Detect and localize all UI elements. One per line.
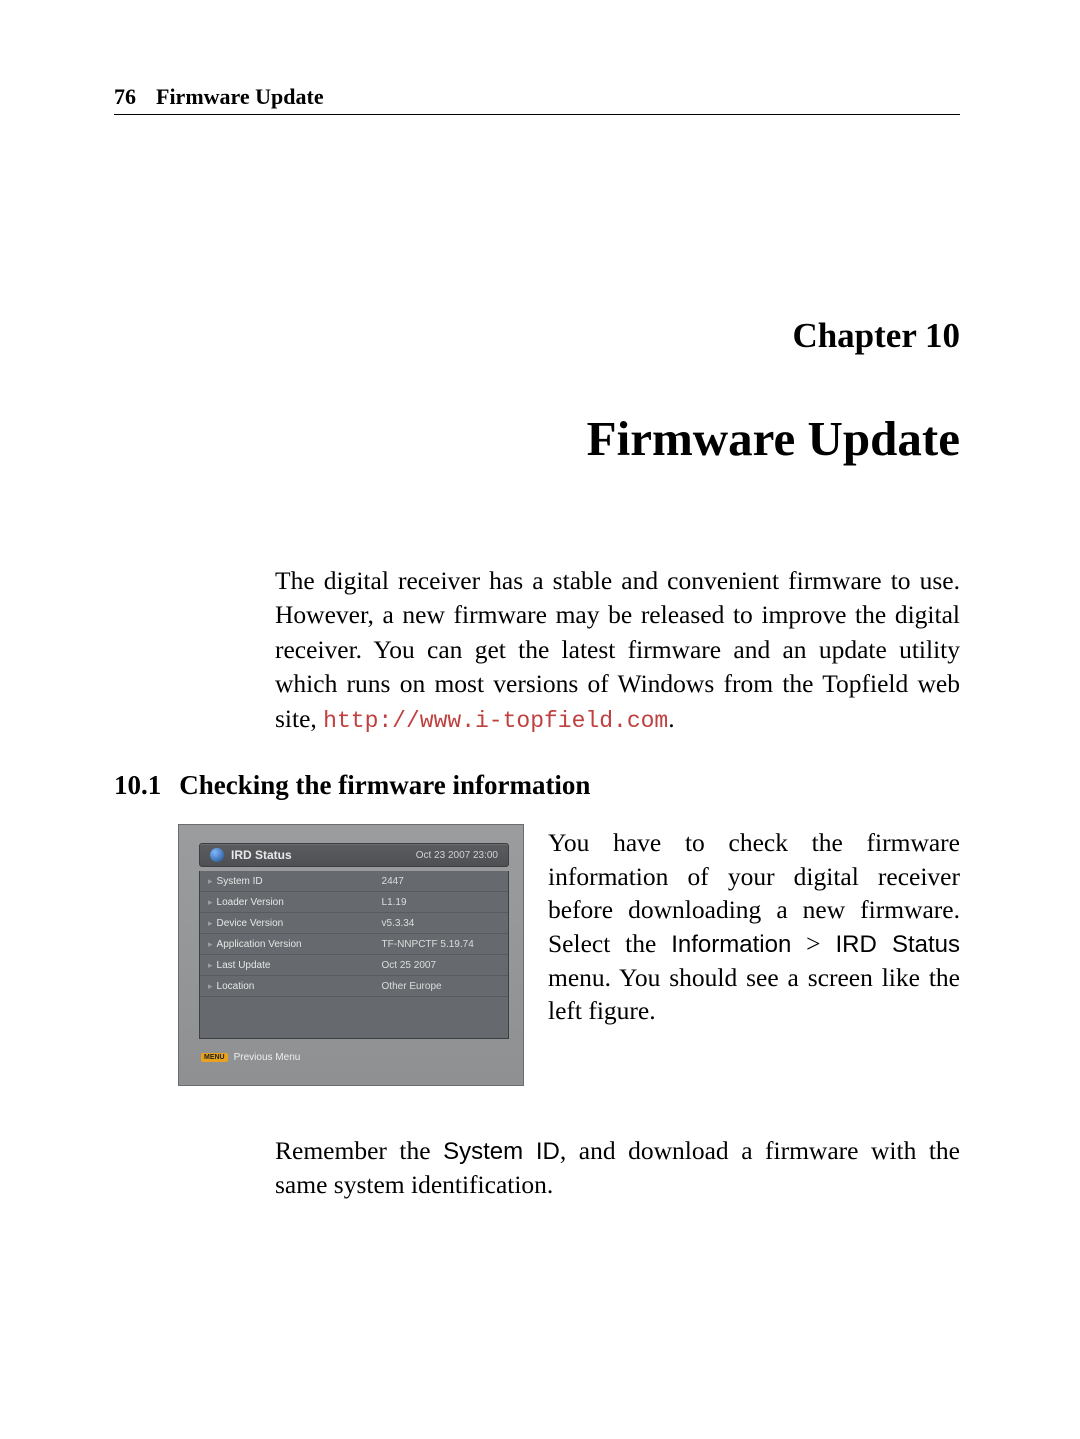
ird-key: Device Version — [217, 918, 382, 929]
ird-key: System ID — [217, 876, 382, 887]
menu-path-information: Information — [671, 931, 791, 958]
ird-row: ▸ System ID 2447 — [200, 871, 508, 892]
side-text-2: menu. You should see a screen like the l… — [548, 963, 960, 1026]
chapter-label: Chapter 10 — [792, 316, 960, 356]
side-paragraph: You have to check the firmware informati… — [548, 826, 960, 1028]
section-heading: 10.1 Checking the firmware information — [114, 770, 960, 801]
after-text-1: Remember the — [275, 1136, 443, 1165]
chevron-right-icon: ▸ — [208, 981, 213, 992]
ird-title: IRD Status — [210, 848, 292, 862]
ird-row: ▸ Application Version TF-NNPCTF 5.19.74 — [200, 934, 508, 955]
chevron-right-icon: ▸ — [208, 939, 213, 950]
ird-row: ▸ Device Version v5.3.34 — [200, 913, 508, 934]
ird-value: Other Europe — [382, 981, 442, 992]
chevron-right-icon: ▸ — [208, 918, 213, 929]
ird-key: Location — [217, 981, 382, 992]
ird-footer: MENU Previous Menu — [201, 1052, 300, 1063]
ird-value: v5.3.34 — [382, 918, 415, 929]
page: 76 Firmware Update Chapter 10 Firmware U… — [0, 0, 1080, 1439]
ird-title-bar: IRD Status Oct 23 2007 23:00 — [199, 843, 509, 867]
ird-row: ▸ Location Other Europe — [200, 976, 508, 997]
chapter-title: Firmware Update — [587, 410, 960, 467]
system-id-term: System ID — [443, 1138, 560, 1165]
ird-value: L1.19 — [382, 897, 407, 908]
page-number: 76 — [114, 84, 136, 110]
ird-title-text: IRD Status — [231, 848, 292, 862]
chevron-right-icon: ▸ — [208, 960, 213, 971]
menu-path-separator: > — [791, 929, 835, 958]
menu-path-ird-status: IRD Status — [835, 931, 960, 958]
after-paragraph: Remember the System ID, and download a f… — [275, 1134, 960, 1203]
intro-text-after: . — [668, 704, 674, 733]
ird-row: ▸ Loader Version L1.19 — [200, 892, 508, 913]
running-header: 76 Firmware Update — [114, 84, 960, 115]
ird-panel: ▸ System ID 2447 ▸ Loader Version L1.19 … — [199, 871, 509, 1039]
section-number: 10.1 — [114, 770, 161, 800]
menu-button-tag[interactable]: MENU — [201, 1053, 228, 1062]
ird-screen: IRD Status Oct 23 2007 23:00 ▸ System ID… — [178, 824, 524, 1086]
topfield-link[interactable]: http://www.i-topfield.com — [323, 708, 668, 734]
running-title: Firmware Update — [156, 84, 324, 110]
ird-footer-label: Previous Menu — [234, 1052, 301, 1063]
ird-key: Application Version — [217, 939, 382, 950]
ird-value: TF-NNPCTF 5.19.74 — [382, 939, 474, 950]
ird-status-figure: IRD Status Oct 23 2007 23:00 ▸ System ID… — [178, 824, 522, 1094]
ird-key: Last Update — [217, 960, 382, 971]
ird-value: 2447 — [382, 876, 404, 887]
chevron-right-icon: ▸ — [208, 876, 213, 887]
info-icon — [210, 848, 224, 862]
section-title: Checking the firmware information — [179, 770, 590, 800]
ird-timestamp: Oct 23 2007 23:00 — [416, 850, 498, 861]
ird-row: ▸ Last Update Oct 25 2007 — [200, 955, 508, 976]
ird-key: Loader Version — [217, 897, 382, 908]
chevron-right-icon: ▸ — [208, 897, 213, 908]
ird-value: Oct 25 2007 — [382, 960, 436, 971]
intro-paragraph: The digital receiver has a stable and co… — [275, 564, 960, 737]
